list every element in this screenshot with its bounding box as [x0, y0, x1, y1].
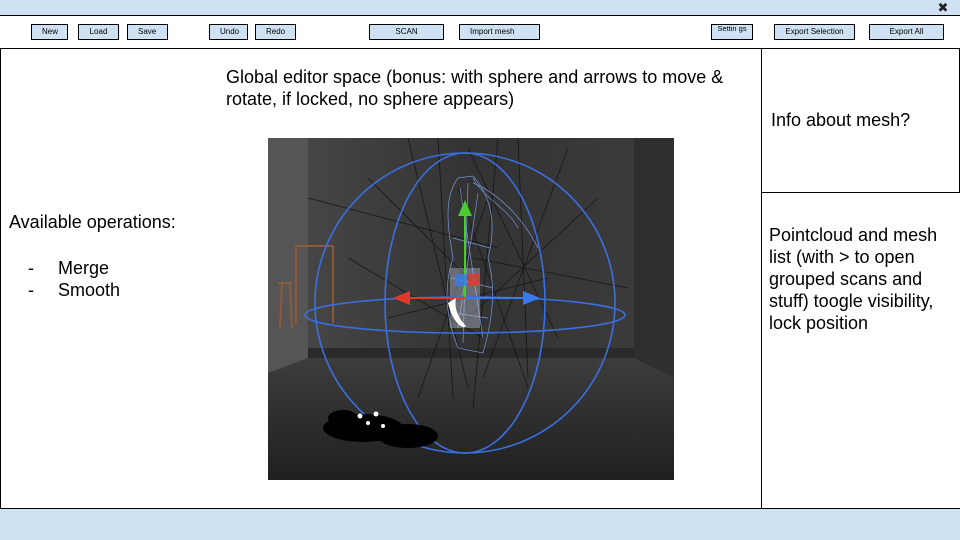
viewport-scene: [268, 138, 674, 480]
bullet: -: [28, 258, 34, 278]
plane-handle-red[interactable]: [468, 274, 480, 286]
operation-smooth[interactable]: - Smooth: [28, 280, 188, 302]
scan-button[interactable]: SCAN: [369, 24, 444, 40]
export-selection-button[interactable]: Export Selection: [774, 24, 855, 40]
bullet: -: [28, 280, 34, 300]
import-mesh-button[interactable]: Import mesh: [459, 24, 540, 40]
operations-title: Available operations:: [9, 212, 176, 232]
export-all-button[interactable]: Export All: [869, 24, 944, 40]
redo-button[interactable]: Redo: [255, 24, 296, 40]
load-button[interactable]: Load: [78, 24, 119, 40]
mesh-list-description: Pointcloud and mesh list (with > to open…: [769, 225, 938, 333]
title-bar: [0, 0, 960, 16]
operation-label: Merge: [58, 258, 110, 278]
save-button[interactable]: Save: [127, 24, 168, 40]
settings-button[interactable]: Settin gs: [711, 24, 753, 40]
operation-label: Smooth: [58, 280, 121, 300]
new-button[interactable]: New: [31, 24, 68, 40]
status-bar: [0, 508, 960, 540]
toolbar: New Load Save Undo Redo SCAN Import mesh…: [0, 16, 960, 49]
plane-handle-blue[interactable]: [455, 274, 467, 286]
editor-description: Global editor space (bonus: with sphere …: [226, 67, 724, 109]
3d-viewport[interactable]: [268, 138, 674, 480]
undo-button[interactable]: Undo: [209, 24, 248, 40]
mesh-info-text: Info about mesh?: [771, 110, 911, 130]
close-icon[interactable]: ✖: [936, 1, 950, 15]
right-wall: [634, 138, 674, 378]
operation-merge[interactable]: - Merge: [28, 258, 188, 280]
left-wall: [268, 138, 308, 373]
